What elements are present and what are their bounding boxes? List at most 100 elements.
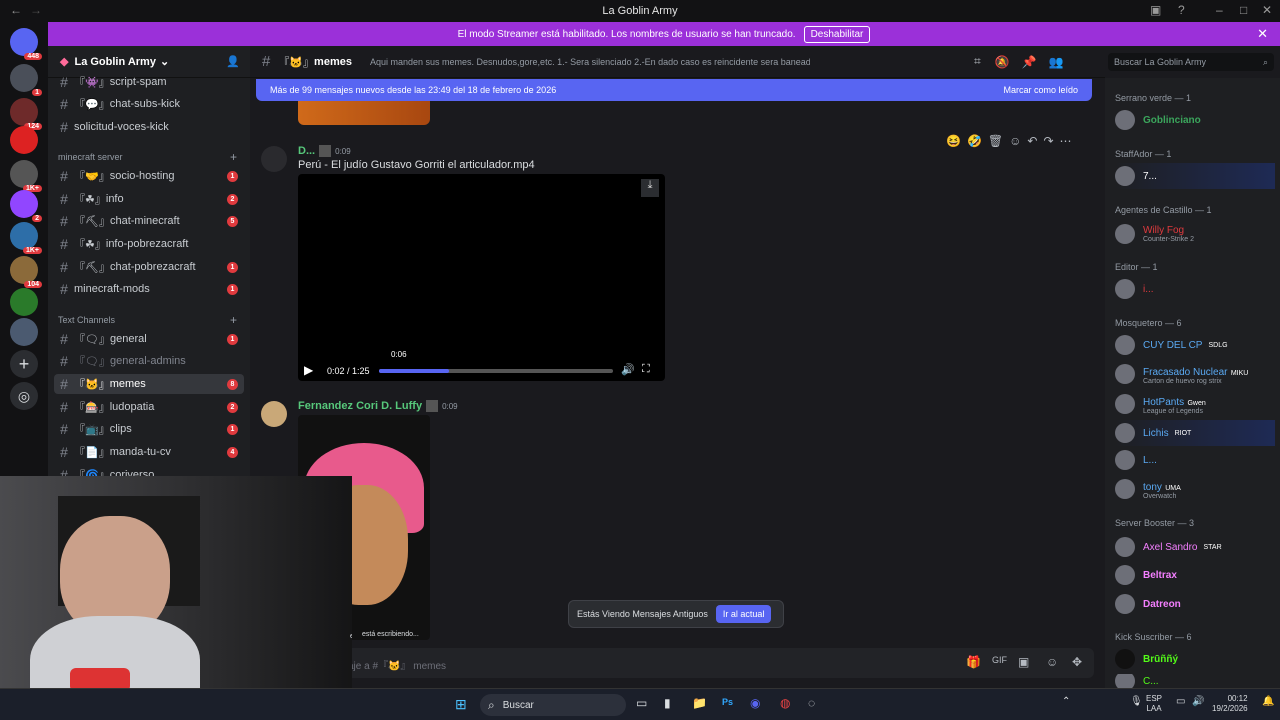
server-icon[interactable]: 124 [10, 98, 42, 130]
forward-icon[interactable]: ↷ [1043, 134, 1053, 148]
message-author[interactable]: Fernandez Cori D. Luffy [298, 400, 422, 412]
channel-info[interactable]: # 『☘』 info 2 [54, 189, 244, 209]
minimize-icon[interactable]: – [1216, 3, 1223, 17]
gif-icon[interactable]: GIF [992, 655, 1007, 665]
download-icon[interactable]: ⤓ [641, 179, 659, 197]
mark-as-read-button[interactable]: Marcar como leído [1003, 85, 1078, 95]
member-item[interactable]: Willy Fog Counter-Strike 2 [1115, 221, 1275, 247]
avatar[interactable] [261, 401, 287, 427]
reply-icon[interactable]: ↶ [1027, 134, 1037, 148]
previous-image[interactable] [298, 101, 430, 125]
photoshop-icon[interactable]: Ps [722, 697, 733, 707]
server-icon[interactable]: 1K+ [10, 160, 42, 192]
reaction-grin-icon[interactable]: 😆 [946, 134, 961, 148]
jump-to-present-button[interactable]: Ir al actual [715, 605, 772, 623]
language-indicator[interactable]: ESP LAA [1146, 694, 1162, 714]
reaction-laugh-icon[interactable]: 🤣 [967, 134, 982, 148]
notifications-icon[interactable]: 🔔 [1262, 696, 1274, 707]
member-item[interactable]: Goblinciano [1115, 107, 1275, 133]
file-explorer-icon[interactable]: 📁 [692, 696, 707, 710]
member-item[interactable]: C... [1115, 674, 1275, 688]
message-author[interactable]: D... [298, 145, 315, 157]
add-server-icon[interactable]: + [10, 350, 38, 378]
app-icon[interactable]: ▮ [664, 696, 671, 710]
server-icon[interactable] [10, 126, 38, 154]
twitch-server-icon[interactable]: 2 [10, 190, 42, 222]
add-channel-icon[interactable]: + [230, 313, 237, 327]
video-player[interactable]: ⤓ 0:06 ▶ 0:02 / 1:25 🔊 ⛶ [298, 174, 665, 381]
server-icon[interactable]: 1K+ [10, 222, 42, 254]
member-item[interactable]: Axel Sandro STAR [1115, 534, 1275, 560]
channel-socio-hosting[interactable]: # 『🤝』 socio-hosting 1 [54, 166, 244, 186]
channel-general-admins[interactable]: # 『🗨』 general-admins [54, 351, 244, 371]
pin-icon[interactable]: 📌 [1022, 55, 1037, 69]
app-icon[interactable]: ◌ [808, 696, 815, 710]
member-item[interactable]: Lichis RIOT [1115, 420, 1275, 446]
channel-info-pobrezacraft[interactable]: # 『☘』 info-pobrezacraft [54, 234, 244, 254]
emoji-icon[interactable]: ☺ [1046, 655, 1058, 669]
member-item[interactable]: Brūññý [1115, 646, 1275, 672]
member-item[interactable]: HotPants Gwen League of Legends [1115, 391, 1275, 417]
member-list-icon[interactable]: 👥 [1049, 55, 1064, 69]
new-messages-bar[interactable]: Más de 99 mensajes nuevos desde las 23:4… [256, 79, 1092, 101]
channel-chat-pobrezacraft[interactable]: # 『⛏』 chat-pobrezacraft 1 [54, 257, 244, 277]
seek-bar[interactable] [379, 369, 613, 373]
disable-streamer-button[interactable]: Deshabilitar [803, 25, 871, 43]
channel-memes[interactable]: # 『🐱』 memes 8 [54, 374, 244, 394]
discover-icon[interactable]: ◎ [10, 382, 38, 410]
threads-icon[interactable]: ⌗ [974, 54, 981, 69]
server-icon[interactable] [10, 288, 38, 316]
channel-topic[interactable]: Aqui manden sus memes. Desnudos,gore,etc… [370, 57, 810, 67]
home-icon[interactable]: 448 [10, 28, 42, 60]
fullscreen-icon[interactable]: ⛶ [642, 363, 650, 376]
channel-ludopatia[interactable]: # 『🎰』 ludopatia 2 [54, 397, 244, 417]
channel-minecraft-mods[interactable]: # minecraft-mods 1 [54, 279, 244, 299]
category-minecraft[interactable]: minecraft server [58, 152, 123, 162]
play-icon[interactable]: ▶ [304, 363, 313, 377]
member-item[interactable]: CUY DEL CP SDLG [1115, 332, 1275, 358]
server-icon[interactable]: 1 [10, 64, 42, 96]
gift-icon[interactable]: 🎁 [966, 655, 981, 669]
channel-general[interactable]: # 『🗨』 general 1 [54, 329, 244, 349]
member-item[interactable]: tony UMA Overwatch [1115, 476, 1275, 502]
reaction-trash-icon[interactable]: 🗑 [988, 134, 1003, 148]
channel-chat-subs-kick[interactable]: # 『💬』 chat-subs-kick [54, 94, 244, 114]
volume-icon[interactable]: 🔊 [621, 363, 635, 376]
channel-manda-tu-cv[interactable]: # 『📄』 manda-tu-cv 4 [54, 442, 244, 462]
add-channel-icon[interactable]: + [230, 150, 237, 164]
avatar[interactable] [261, 146, 287, 172]
add-reaction-icon[interactable]: ☺ [1009, 134, 1021, 148]
add-member-icon[interactable]: 👤 [226, 55, 240, 68]
member-item[interactable]: L... [1115, 447, 1275, 473]
tray-chevron-icon[interactable]: ⌃ [1062, 696, 1070, 707]
mute-bell-icon[interactable]: 🔕 [995, 55, 1010, 69]
close-window-icon[interactable]: ✕ [1262, 3, 1272, 17]
taskbar-search[interactable]: ⌕ Buscar [480, 694, 626, 716]
discord-icon[interactable]: ◉ [750, 696, 760, 710]
server-icon[interactable] [10, 318, 38, 346]
clock[interactable]: 00:12 19/2/2026 [1212, 694, 1248, 714]
close-banner-icon[interactable]: ✕ [1257, 26, 1268, 42]
volume-icon[interactable]: 🔊 [1192, 696, 1204, 707]
member-item[interactable]: i... [1115, 276, 1275, 302]
channel-solicitud-voces-kick[interactable]: # solicitud-voces-kick [54, 117, 244, 137]
channel-script-spam[interactable]: # 『👾』 script-spam [54, 72, 244, 92]
member-item[interactable]: Datreon [1115, 591, 1275, 617]
category-text-channels[interactable]: Text Channels [58, 315, 115, 325]
maximize-icon[interactable]: □ [1240, 3, 1247, 17]
message-composer[interactable]: aje a #『🐱』 memes 🎁 GIF ▣ ☺ ✥ [258, 648, 1094, 678]
inbox-icon[interactable]: ▣ [1150, 3, 1161, 17]
apps-icon[interactable]: ✥ [1072, 655, 1082, 669]
task-view-icon[interactable]: ▭ [636, 696, 647, 710]
chrome-icon[interactable]: ◍ [780, 696, 790, 710]
channel-chat-minecraft[interactable]: # 『⛏』 chat-minecraft 5 [54, 211, 244, 231]
more-icon[interactable]: ⋯ [1060, 134, 1072, 148]
help-icon[interactable]: ? [1178, 3, 1185, 17]
channel-clips[interactable]: # 『📺』 clips 1 [54, 419, 244, 439]
windows-start-icon[interactable]: ⊞ [455, 696, 467, 713]
sticker-icon[interactable]: ▣ [1018, 655, 1029, 669]
member-item[interactable]: Beltrax [1115, 562, 1275, 588]
mic-icon[interactable]: 🎙 [1130, 696, 1143, 707]
member-item[interactable]: Fracasado Nuclear MIKU Carton de huevo ro… [1115, 361, 1275, 387]
search-box[interactable]: Buscar La Goblin Army ⌕ [1108, 53, 1274, 71]
